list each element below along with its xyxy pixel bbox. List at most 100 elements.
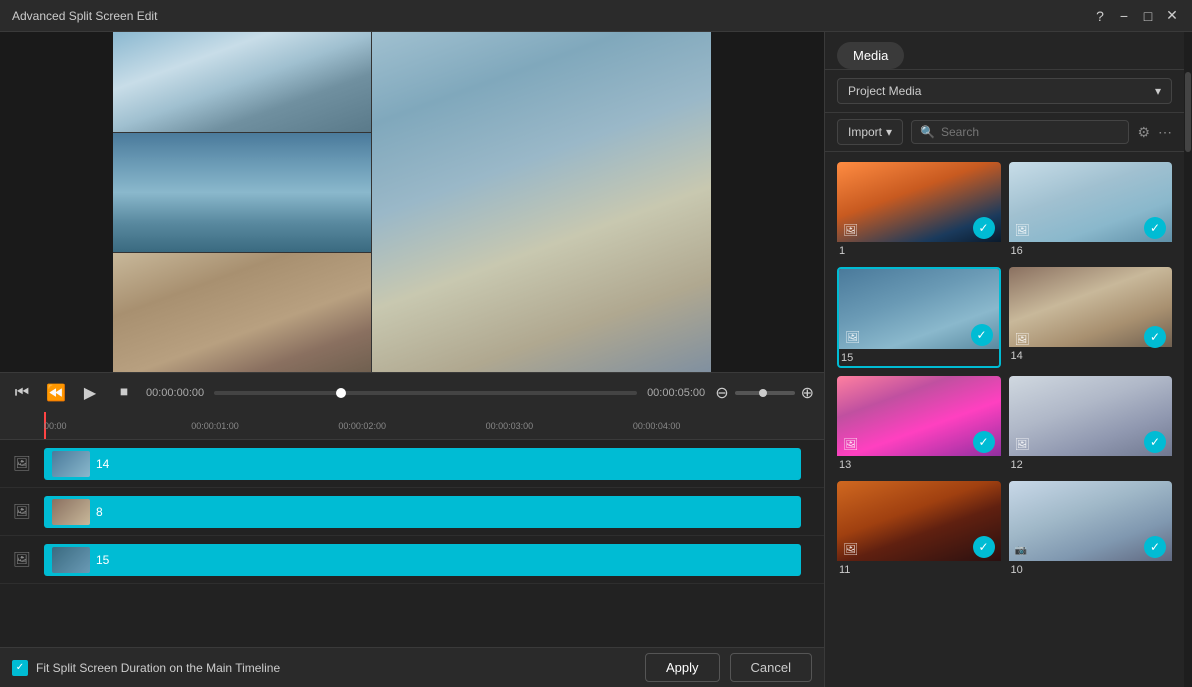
timeline-area: 00:00 00:00:01:00 00:00:02:00 00:00:03:0… bbox=[0, 412, 824, 647]
media-label: 1 bbox=[837, 242, 1001, 259]
import-button[interactable]: Import ▾ bbox=[837, 119, 903, 145]
track-content-15: 15 bbox=[44, 540, 824, 580]
dropdown-label: Project Media bbox=[848, 84, 921, 98]
import-label: Import bbox=[848, 125, 882, 139]
track-icon-14: 🖼 bbox=[0, 455, 44, 472]
track-clip-14[interactable]: 14 bbox=[44, 448, 801, 480]
search-bar-row: Import ▾ 🔍 ⚙ ⋯ bbox=[825, 113, 1184, 152]
titlebar: Advanced Split Screen Edit ? − □ ✕ bbox=[0, 0, 1192, 32]
project-media-dropdown[interactable]: Project Media ▾ bbox=[837, 78, 1172, 104]
track-clip-8[interactable]: 8 bbox=[44, 496, 801, 528]
clip-thumb-8 bbox=[52, 499, 90, 525]
ruler-mark-3: 00:00:03:00 bbox=[486, 421, 633, 431]
time-total: 00:00:05:00 bbox=[647, 387, 705, 399]
split-grid bbox=[113, 32, 711, 372]
play-button[interactable]: ▶ bbox=[78, 381, 102, 405]
media-check: ✓ bbox=[973, 217, 995, 239]
list-item[interactable]: 🖼 ✓ 16 bbox=[1009, 162, 1173, 259]
panel-toolbar: Project Media ▾ bbox=[825, 70, 1184, 113]
filter-icon[interactable]: ⚙ bbox=[1137, 124, 1150, 141]
image-icon: 🖼 bbox=[13, 503, 31, 520]
media-label: 10 bbox=[1009, 561, 1173, 578]
track-icon-8: 🖼 bbox=[0, 503, 44, 520]
image-icon: 🖼 bbox=[843, 542, 858, 556]
help-button[interactable]: ? bbox=[1092, 8, 1108, 24]
media-label: 15 bbox=[839, 349, 999, 366]
image-icon: 🖼 bbox=[1015, 437, 1030, 451]
skip-back-button[interactable]: ⏮ bbox=[10, 381, 34, 405]
list-item[interactable]: 🖼 ✓ 15 bbox=[837, 267, 1001, 368]
zoom-slider[interactable] bbox=[735, 391, 795, 395]
titlebar-controls: ? − □ ✕ bbox=[1092, 8, 1180, 24]
footer-buttons: Apply Cancel bbox=[645, 653, 812, 682]
search-input-wrap: 🔍 bbox=[911, 120, 1129, 144]
media-check: ✓ bbox=[1144, 217, 1166, 239]
zoom-control: ⊖ ⊕ bbox=[715, 383, 814, 403]
split-cell-ice-top bbox=[113, 32, 371, 132]
media-check: ✓ bbox=[1144, 326, 1166, 348]
ruler-marks: 00:00 00:00:01:00 00:00:02:00 00:00:03:0… bbox=[44, 421, 780, 431]
scrubber-thumb bbox=[336, 388, 346, 398]
apply-button[interactable]: Apply bbox=[645, 653, 720, 682]
stop-button[interactable]: ⏹ bbox=[112, 381, 136, 405]
chevron-down-icon: ▾ bbox=[1155, 84, 1161, 98]
time-current: 00:00:00:00 bbox=[146, 387, 204, 399]
media-label: 14 bbox=[1009, 347, 1173, 364]
media-label: 12 bbox=[1009, 456, 1173, 473]
list-item[interactable]: 🖼 ✓ 14 bbox=[1009, 267, 1173, 368]
main-layout: ⏮ ⏪ ▶ ⏹ 00:00:00:00 00:00:05:00 ⊖ ⊕ 0 bbox=[0, 32, 1192, 687]
clip-thumb-15 bbox=[52, 547, 90, 573]
fit-checkbox[interactable]: ✓ bbox=[12, 660, 28, 676]
preview-container bbox=[0, 32, 824, 372]
media-check: ✓ bbox=[971, 324, 993, 346]
image-icon: 🖼 bbox=[1015, 332, 1030, 346]
track-row: 🖼 15 bbox=[0, 536, 824, 584]
media-check: ✓ bbox=[973, 431, 995, 453]
maximize-button[interactable]: □ bbox=[1140, 8, 1156, 24]
image-icon: 🖼 bbox=[845, 330, 860, 344]
list-item[interactable]: 🖼 ✓ 13 bbox=[837, 376, 1001, 473]
right-scrollbar[interactable] bbox=[1184, 32, 1192, 687]
titlebar-title: Advanced Split Screen Edit bbox=[12, 9, 157, 23]
media-grid: 🖼 ✓ 1 🖼 ✓ 16 🖼 ✓ 15 🖼 ✓ bbox=[825, 152, 1184, 687]
footer-bar: ✓ Fit Split Screen Duration on the Main … bbox=[0, 647, 824, 687]
list-item[interactable]: 📷 ✓ 10 bbox=[1009, 481, 1173, 578]
track-content-8: 8 bbox=[44, 492, 824, 532]
ruler-mark-1: 00:00:01:00 bbox=[191, 421, 338, 431]
track-list: 🖼 14 🖼 bbox=[0, 440, 824, 647]
list-item[interactable]: 🖼 ✓ 1 bbox=[837, 162, 1001, 259]
media-check: ✓ bbox=[1144, 431, 1166, 453]
track-icon-15: 🖼 bbox=[0, 551, 44, 568]
more-options-icon[interactable]: ⋯ bbox=[1158, 124, 1172, 141]
chevron-down-icon: ▾ bbox=[886, 125, 892, 139]
timeline-scrubber[interactable] bbox=[214, 391, 637, 395]
clip-label-14: 14 bbox=[96, 457, 109, 471]
image-icon: 🖼 bbox=[843, 223, 858, 237]
cancel-button[interactable]: Cancel bbox=[730, 653, 812, 682]
media-check: ✓ bbox=[973, 536, 995, 558]
minimize-button[interactable]: − bbox=[1116, 8, 1132, 24]
zoom-in-button[interactable]: ⊕ bbox=[801, 383, 814, 403]
list-item[interactable]: 🖼 ✓ 11 bbox=[837, 481, 1001, 578]
panel-tabs: Media bbox=[825, 32, 1184, 70]
step-back-button[interactable]: ⏪ bbox=[44, 381, 68, 405]
track-clip-15[interactable]: 15 bbox=[44, 544, 801, 576]
clip-label-15: 15 bbox=[96, 553, 109, 567]
search-input[interactable] bbox=[941, 125, 1120, 139]
track-content-14: 14 bbox=[44, 444, 824, 484]
track-row: 🖼 14 bbox=[0, 440, 824, 488]
search-icon: 🔍 bbox=[920, 125, 935, 139]
image-icon: 🖼 bbox=[13, 551, 31, 568]
close-button[interactable]: ✕ bbox=[1164, 8, 1180, 24]
tab-media[interactable]: Media bbox=[837, 42, 904, 69]
fit-label: Fit Split Screen Duration on the Main Ti… bbox=[36, 661, 280, 675]
playback-bar: ⏮ ⏪ ▶ ⏹ 00:00:00:00 00:00:05:00 ⊖ ⊕ bbox=[0, 372, 824, 412]
scrollbar-thumb bbox=[1185, 72, 1191, 152]
zoom-out-button[interactable]: ⊖ bbox=[715, 383, 728, 403]
zoom-thumb bbox=[759, 389, 767, 397]
split-cell-seal bbox=[371, 32, 711, 372]
clip-label-8: 8 bbox=[96, 505, 103, 519]
media-check: ✓ bbox=[1144, 536, 1166, 558]
list-item[interactable]: 🖼 ✓ 12 bbox=[1009, 376, 1173, 473]
image-icon: 🖼 bbox=[13, 455, 31, 472]
